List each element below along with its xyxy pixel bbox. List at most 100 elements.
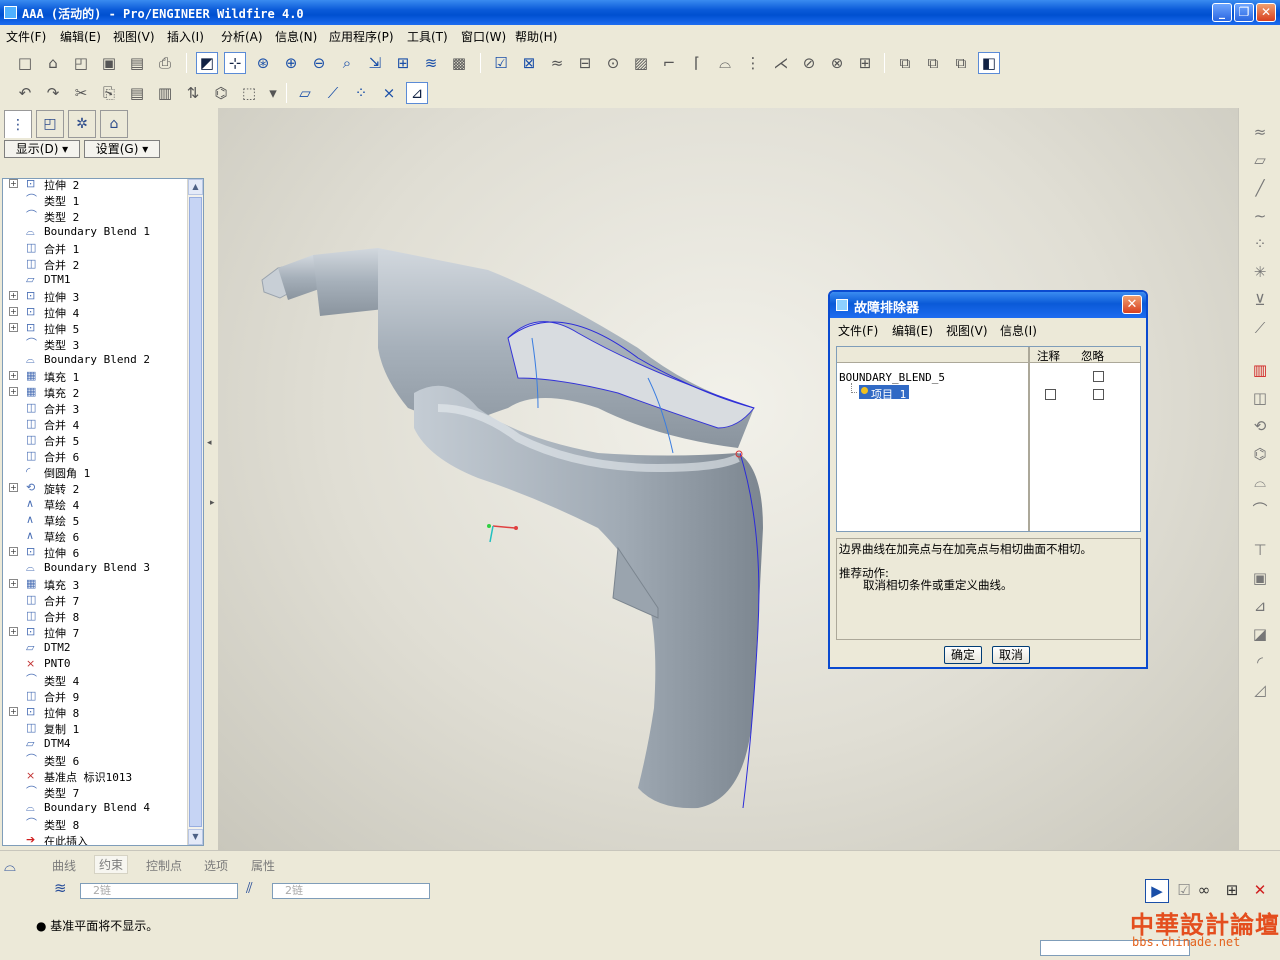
dialog-title-bar[interactable]: 故障排除器 ✕	[830, 292, 1146, 318]
chamfer-icon[interactable]: ⋮	[742, 52, 764, 74]
tree-item[interactable]: ⌓ Boundary Blend 2	[3, 352, 188, 368]
zoom-in-icon[interactable]: ⊕	[280, 52, 302, 74]
revolve-tool-icon[interactable]: ⟲	[1247, 414, 1273, 438]
tab-connections-icon[interactable]: ⌂	[100, 110, 128, 138]
menu-help[interactable]: 帮助(H)	[515, 28, 557, 45]
tab-constraints[interactable]: 约束	[94, 855, 129, 874]
model-tree[interactable]: + ⊡ 拉伸 2 ⌒ 类型 1 ⌒ 类型 2 ⌓ Boundary Blend 1 ◫ 合并 1 ◫ 合…	[2, 178, 204, 846]
ok-button[interactable]: 确定	[944, 646, 982, 664]
expand-icon[interactable]: +	[9, 179, 18, 188]
saved-views-icon[interactable]: ⊞	[392, 52, 414, 74]
settings-dropdown-button[interactable]: 设置(G) ▾	[84, 140, 160, 158]
blend-icon[interactable]: ⊟	[574, 52, 596, 74]
tab-model-tree-icon[interactable]: ⋮	[4, 110, 32, 138]
list-item-child[interactable]: 项目 1	[871, 386, 906, 402]
tree-item[interactable]: ◫ 合并 6	[3, 448, 188, 464]
tree-item[interactable]: ⌒ 类型 3	[3, 336, 188, 352]
tab-properties[interactable]: 属性	[251, 857, 275, 874]
tree-item[interactable]: ⌒ 类型 1	[3, 192, 188, 208]
round-tool-right-icon[interactable]: ◜	[1247, 650, 1273, 674]
tree-item[interactable]: + ⊡ 拉伸 4	[3, 304, 188, 320]
rib-tool-icon[interactable]: ⊿	[1247, 594, 1273, 618]
menu-edit[interactable]: 编辑(E)	[60, 28, 101, 45]
tree-item[interactable]: × PNT0	[3, 656, 188, 672]
shell-tool-icon[interactable]: ▣	[1247, 566, 1273, 590]
collapse-left-icon[interactable]: ◂	[207, 438, 212, 448]
tree-item[interactable]: ◫ 合并 1	[3, 240, 188, 256]
tree-item[interactable]: + ⊡ 拉伸 8	[3, 704, 188, 720]
tree-item[interactable]: ◫ 合并 5	[3, 432, 188, 448]
tab-favorites-icon[interactable]: ✲	[68, 110, 96, 138]
tree-item[interactable]: ➔ 在此插入	[3, 832, 188, 845]
scroll-thumb[interactable]	[189, 197, 202, 827]
tree-item[interactable]: ∧ 草绘 4	[3, 496, 188, 512]
cancel-button[interactable]: 取消	[992, 646, 1030, 664]
extrude-tool-icon[interactable]: ◫	[1247, 386, 1273, 410]
tree-item[interactable]: ⌒ 类型 2	[3, 208, 188, 224]
selection-dropdown-icon[interactable]: ▾	[262, 82, 284, 104]
open-file-icon[interactable]: ⌂	[42, 52, 64, 74]
orient-mode-icon[interactable]: ⊛	[252, 52, 274, 74]
tree-item[interactable]: ∧ 草绘 5	[3, 512, 188, 528]
cancel-feature-icon[interactable]: ⊠	[518, 52, 540, 74]
menu-insert[interactable]: 插入(I)	[167, 28, 204, 45]
tree-item[interactable]: ⌓ Boundary Blend 4	[3, 800, 188, 816]
tree-item[interactable]: ◜ 倒圆角 1	[3, 464, 188, 480]
expand-icon[interactable]: +	[9, 307, 18, 316]
round-tool-icon[interactable]: ⌓	[714, 52, 736, 74]
sketch-tool-icon[interactable]: ≈	[1247, 120, 1273, 144]
expand-icon[interactable]: +	[9, 387, 18, 396]
tree-item[interactable]: + ▦ 填充 3	[3, 576, 188, 592]
menu-view[interactable]: 视图(V)	[113, 28, 155, 45]
curve-tool-icon[interactable]: ∼	[1247, 204, 1273, 228]
view-manager-icon[interactable]: ▩	[448, 52, 470, 74]
shell-icon[interactable]: ▨	[630, 52, 652, 74]
datum-axes-display-icon[interactable]: ⟋	[322, 82, 344, 104]
tree-item[interactable]: ◫ 合并 2	[3, 256, 188, 272]
expand-icon[interactable]: +	[9, 323, 18, 332]
datum-curve-icon[interactable]: ⟋	[1247, 316, 1273, 340]
cancel-feature-x-icon[interactable]: ✕	[1248, 879, 1272, 903]
expand-icon[interactable]: +	[9, 547, 18, 556]
draft-tool-icon[interactable]: ◪	[1247, 622, 1273, 646]
save-icon[interactable]: ▣	[98, 52, 120, 74]
close-window-button[interactable]: ✕	[1256, 3, 1276, 22]
selection-box-icon[interactable]: ⬚	[238, 82, 260, 104]
dialog-menu-edit[interactable]: 编辑(E)	[892, 322, 933, 339]
tree-item[interactable]: ◫ 合并 4	[3, 416, 188, 432]
pattern-icon[interactable]: ⋌	[770, 52, 792, 74]
color-appearance-icon[interactable]: ▥	[1247, 358, 1273, 382]
tree-item[interactable]: + ⊡ 拉伸 6	[3, 544, 188, 560]
menu-applications[interactable]: 应用程序(P)	[329, 28, 394, 45]
dialog-menu-file[interactable]: 文件(F)	[838, 322, 878, 339]
expand-icon[interactable]: +	[9, 371, 18, 380]
menu-window[interactable]: 窗口(W)	[461, 28, 506, 45]
variable-sweep-icon[interactable]: ⌬	[1247, 442, 1273, 466]
paste-icon[interactable]: ▤	[126, 82, 148, 104]
layers-icon[interactable]: ≋	[420, 52, 442, 74]
scroll-down-arrow-icon[interactable]: ▼	[188, 829, 203, 845]
tree-item[interactable]: ▱ DTM4	[3, 736, 188, 752]
tree-item[interactable]: + ⊡ 拉伸 7	[3, 624, 188, 640]
tree-item[interactable]: ⌓ Boundary Blend 3	[3, 560, 188, 576]
refit-icon[interactable]: ⌕	[336, 52, 358, 74]
first-direction-collector[interactable]: 2链	[80, 883, 238, 899]
mirror-icon[interactable]: ⊘	[798, 52, 820, 74]
expand-icon[interactable]: +	[9, 707, 18, 716]
expand-icon[interactable]: +	[9, 627, 18, 636]
merge-tool-icon[interactable]: ⊗	[826, 52, 848, 74]
first-direction-icon[interactable]: ≋	[54, 879, 67, 897]
tab-folder-browser-icon[interactable]: ◰	[36, 110, 64, 138]
tree-item[interactable]: ⌓ Boundary Blend 1	[3, 224, 188, 240]
point-tool-icon[interactable]: ⁘	[1247, 232, 1273, 256]
analysis-tool-icon[interactable]: ⊻	[1247, 288, 1273, 312]
tree-item[interactable]: + ▦ 填充 2	[3, 384, 188, 400]
tree-item[interactable]: + ▦ 填充 1	[3, 368, 188, 384]
dialog-menu-info[interactable]: 信息(I)	[1000, 322, 1037, 339]
datum-points-display-icon[interactable]: ⁘	[350, 82, 372, 104]
paste-special-icon[interactable]: ▥	[154, 82, 176, 104]
draft-icon[interactable]: ⌈	[686, 52, 708, 74]
hole-tool-icon[interactable]: ⊤	[1247, 538, 1273, 562]
print-icon[interactable]: ⎙	[154, 52, 176, 74]
no-hidden-icon[interactable]: ⧉	[950, 52, 972, 74]
